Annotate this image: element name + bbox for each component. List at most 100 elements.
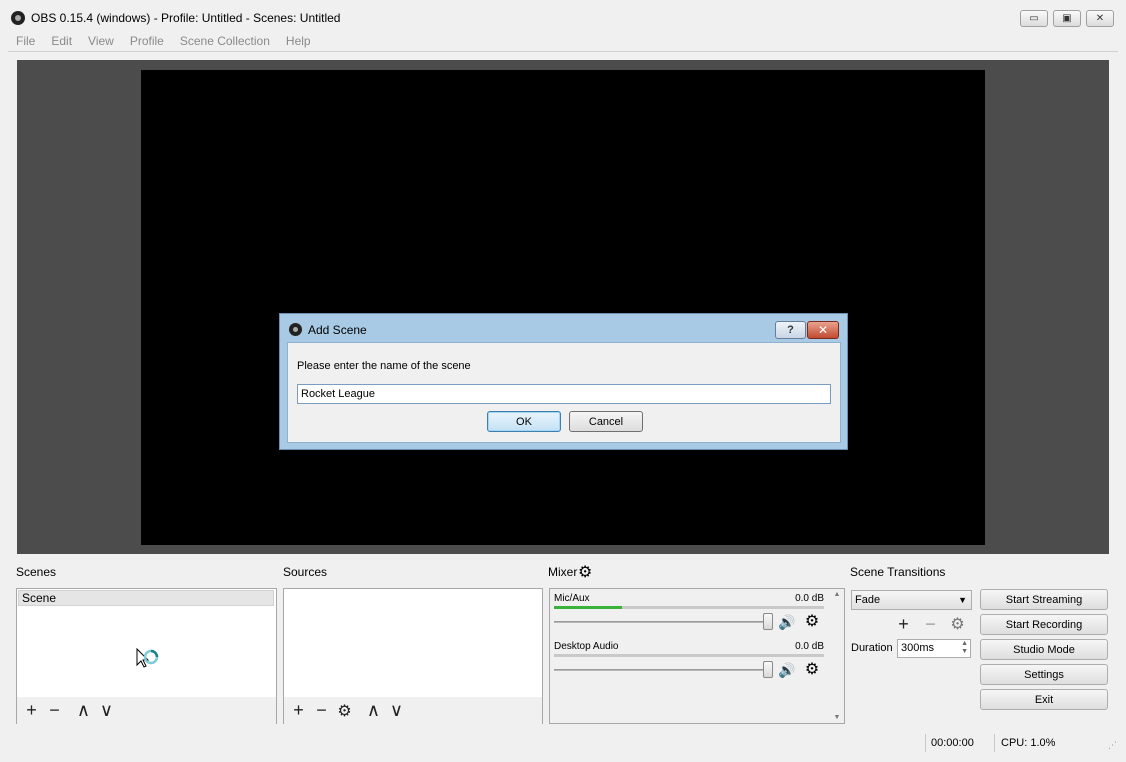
dialog-body: Please enter the name of the scene OK Ca… xyxy=(287,342,841,443)
minus-icon: − xyxy=(49,700,60,720)
transition-selected: Fade xyxy=(855,594,881,606)
scroll-down-icon[interactable]: ▼ xyxy=(831,714,843,721)
exit-button[interactable]: Exit xyxy=(980,689,1108,710)
remove-transition-button[interactable]: − xyxy=(919,613,942,635)
dropdown-arrow-icon: ▼ xyxy=(958,595,967,605)
add-source-button[interactable]: + xyxy=(287,700,310,722)
cancel-button[interactable]: Cancel xyxy=(569,411,643,432)
status-divider xyxy=(925,734,926,752)
menu-help[interactable]: Help xyxy=(278,32,319,51)
scroll-up-icon[interactable]: ▲ xyxy=(831,591,843,598)
gear-icon: ⚙ xyxy=(804,613,820,630)
menu-file[interactable]: File xyxy=(0,32,43,51)
source-properties-button[interactable]: ⚙ xyxy=(333,700,356,722)
maximize-icon: ▣ xyxy=(1062,13,1072,24)
menu-divider xyxy=(8,51,1118,52)
move-source-up-button[interactable]: ∧ xyxy=(362,700,385,722)
scenes-label: Scenes xyxy=(16,565,57,579)
speaker-icon: 🔊 xyxy=(778,661,796,678)
add-scene-dialog: Add Scene ? ✕ Please enter the name of t… xyxy=(279,313,848,450)
minus-icon: − xyxy=(316,700,327,720)
desktop-audio-mute-button[interactable]: 🔊 xyxy=(778,661,796,679)
mic-aux-meter xyxy=(554,606,824,609)
move-scene-down-button[interactable]: ∨ xyxy=(95,700,118,722)
duration-label: Duration xyxy=(851,642,893,654)
plus-icon: + xyxy=(26,700,37,720)
dialog-close-button[interactable]: ✕ xyxy=(807,321,839,339)
status-time: 00:00:00 xyxy=(931,737,974,749)
move-scene-up-button[interactable]: ∧ xyxy=(72,700,95,722)
desktop-audio-volume-slider[interactable] xyxy=(763,661,773,678)
mic-aux-db: 0.0 dB xyxy=(795,593,824,604)
start-streaming-button[interactable]: Start Streaming xyxy=(980,589,1108,610)
mic-aux-mute-button[interactable]: 🔊 xyxy=(778,613,796,631)
duration-value: 300ms xyxy=(901,642,935,654)
busy-cursor-icon xyxy=(135,647,161,673)
mixer-panel: Mic/Aux 0.0 dB 🔊 ⚙ Desktop Audio 0.0 dB … xyxy=(549,588,845,724)
minus-icon: − xyxy=(925,613,936,634)
dialog-prompt: Please enter the name of the scene xyxy=(297,360,471,372)
sources-panel: + − ⚙ ∧ ∨ xyxy=(283,588,543,724)
scenes-panel: Scene + − ∧ ∨ xyxy=(16,588,277,724)
chevron-down-icon: ∨ xyxy=(389,700,404,720)
mic-aux-volume-track[interactable] xyxy=(554,621,772,623)
mixer-settings-button[interactable]: ⚙ xyxy=(578,562,592,582)
minimize-icon: ▭ xyxy=(1029,13,1039,24)
plus-icon: + xyxy=(898,613,909,634)
spin-arrows-icon[interactable]: ▲ ▼ xyxy=(961,640,968,656)
window-title: OBS 0.15.4 (windows) - Profile: Untitled… xyxy=(31,11,341,25)
scene-list-item[interactable]: Scene xyxy=(18,590,274,606)
preview-canvas[interactable] xyxy=(141,70,985,545)
desktop-audio-volume-track[interactable] xyxy=(554,669,772,671)
remove-scene-button[interactable]: − xyxy=(43,700,66,722)
obs-logo-icon xyxy=(289,323,302,336)
menu-profile[interactable]: Profile xyxy=(122,32,172,51)
transition-select[interactable]: Fade ▼ xyxy=(851,590,972,610)
chevron-up-icon: ∧ xyxy=(76,700,91,720)
plus-icon: + xyxy=(293,700,304,720)
sources-label: Sources xyxy=(283,565,328,579)
resize-grip-icon[interactable]: ⋰ xyxy=(1108,740,1117,751)
add-scene-button[interactable]: + xyxy=(20,700,43,722)
mic-aux-meter-fill xyxy=(554,606,622,609)
minimize-button[interactable]: ▭ xyxy=(1020,10,1048,27)
desktop-audio-db: 0.0 dB xyxy=(795,641,824,652)
dialog-title: Add Scene xyxy=(308,323,367,337)
chevron-down-icon: ∨ xyxy=(99,700,114,720)
menu-view[interactable]: View xyxy=(80,32,122,51)
mic-aux-volume-slider[interactable] xyxy=(763,613,773,630)
mixer-scrollbar[interactable]: ▲ ▼ xyxy=(831,591,843,721)
gear-icon: ⚙ xyxy=(337,702,352,720)
close-icon: ✕ xyxy=(817,323,829,337)
desktop-audio-meter xyxy=(554,654,824,657)
dialog-help-button[interactable]: ? xyxy=(775,321,806,339)
status-cpu: CPU: 1.0% xyxy=(1001,737,1056,749)
duration-spinbox[interactable]: 300ms ▲ ▼ xyxy=(897,639,971,658)
status-divider xyxy=(994,734,995,752)
menu-scene-collection[interactable]: Scene Collection xyxy=(172,32,278,51)
ok-button[interactable]: OK xyxy=(487,411,561,432)
sources-toolbar: + − ⚙ ∧ ∨ xyxy=(284,697,542,724)
maximize-button[interactable]: ▣ xyxy=(1053,10,1081,27)
desktop-audio-label: Desktop Audio xyxy=(554,641,619,652)
menu-edit[interactable]: Edit xyxy=(43,32,80,51)
menu-bar: File Edit View Profile Scene Collection … xyxy=(0,32,1126,51)
help-icon: ? xyxy=(787,324,794,336)
chevron-up-icon: ∧ xyxy=(366,700,381,720)
mic-aux-settings-button[interactable]: ⚙ xyxy=(803,612,821,630)
scene-name-input[interactable] xyxy=(297,384,831,404)
gear-icon: ⚙ xyxy=(804,661,820,678)
settings-button[interactable]: Settings xyxy=(980,664,1108,685)
transition-properties-button[interactable]: ⚙ xyxy=(946,613,969,635)
scene-transitions-label: Scene Transitions xyxy=(850,565,946,579)
gear-icon: ⚙ xyxy=(578,564,593,581)
start-recording-button[interactable]: Start Recording xyxy=(980,614,1108,635)
mixer-label: Mixer xyxy=(548,565,578,579)
gear-icon: ⚙ xyxy=(950,616,965,633)
move-source-down-button[interactable]: ∨ xyxy=(385,700,408,722)
desktop-audio-settings-button[interactable]: ⚙ xyxy=(803,660,821,678)
studio-mode-button[interactable]: Studio Mode xyxy=(980,639,1108,660)
remove-source-button[interactable]: − xyxy=(310,700,333,722)
add-transition-button[interactable]: + xyxy=(892,613,915,635)
close-window-button[interactable]: ✕ xyxy=(1086,10,1114,27)
